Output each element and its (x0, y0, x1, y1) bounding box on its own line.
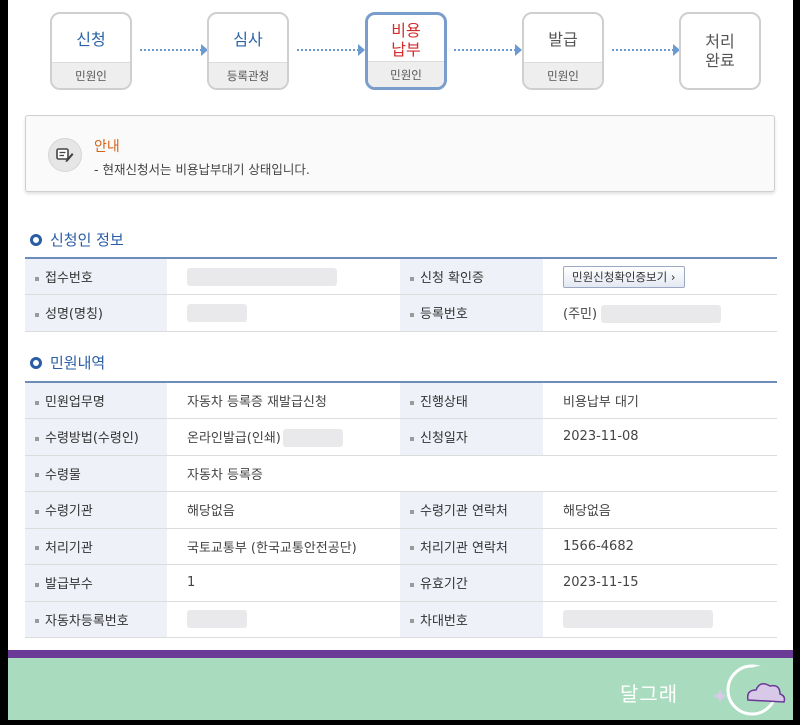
label-vin: 차대번호 (400, 601, 543, 638)
notice-description: - 현재신청서는 비용납부대기 상태입니다. (94, 162, 310, 177)
brand-watermark: 달그래 (620, 682, 679, 706)
label-progress-status: 진행상태 (400, 382, 543, 419)
notice-title: 안내 (94, 139, 120, 155)
table-row: 민원업무명 자동차 등록증 재발급신청 진행상태 비용납부 대기 (25, 382, 777, 419)
value-registration-number: (주민) (543, 294, 777, 332)
label-receiving-agency-contact: 수령기관 연락처 (400, 491, 543, 529)
step-issue: 발급 민원인 (522, 12, 604, 90)
value-processing-agency-contact: 1566-4682 (543, 528, 777, 565)
label-receipt-number: 접수번호 (25, 258, 167, 295)
step-actor: 민원인 (368, 61, 444, 87)
section-title-details: 민원내역 (30, 352, 105, 373)
moon-cloud-logo-icon (713, 664, 786, 716)
step-actor: 민원인 (524, 62, 602, 88)
step-apply: 신청 민원인 (50, 12, 132, 90)
label-receiving-agency: 수령기관 (25, 491, 167, 529)
table-row: 수령기관 해당없음 수령기관 연락처 해당없음 (25, 491, 777, 529)
value-progress-status: 비용납부 대기 (543, 382, 777, 419)
table-row: 수령물 자동차 등록증 (25, 455, 777, 492)
value-copies: 1 (167, 564, 400, 602)
notice-box: 안내 - 현재신청서는 비용납부대기 상태입니다. (25, 115, 775, 192)
step-review: 심사 등록관청 (207, 12, 289, 90)
label-processing-agency-contact: 처리기관 연락처 (400, 528, 543, 565)
table-row: 발급부수 1 유효기간 2023-11-15 (25, 564, 777, 602)
value-receive-method: 온라인발급(인쇄) (167, 418, 400, 456)
label-copies: 발급부수 (25, 564, 167, 602)
table-row: 처리기관 국토교통부 (한국교통안전공단) 처리기관 연락처 1566-4682 (25, 528, 777, 565)
label-name: 성명(명칭) (25, 294, 167, 332)
step-label: 발급 (548, 29, 578, 49)
step-label: 신청 (76, 29, 106, 49)
page: 신청 민원인 심사 등록관청 비용 납부 민원인 발급 민원인 처리 완료 안내… (8, 0, 793, 720)
section-title-text: 민원내역 (50, 354, 106, 372)
label-service-name: 민원업무명 (25, 382, 167, 419)
arrow-icon (454, 44, 522, 56)
section-title-text: 신청인 정보 (50, 231, 124, 249)
process-steps: 신청 민원인 심사 등록관청 비용 납부 민원인 발급 민원인 처리 완료 (50, 12, 770, 92)
label-receivable: 수령물 (25, 455, 167, 492)
label-valid-until: 유효기간 (400, 564, 543, 602)
value-name (167, 294, 400, 332)
table-row: 성명(명칭) 등록번호 (주민) (25, 294, 777, 332)
table-row: 수령방법(수령인) 온라인발급(인쇄) 신청일자 2023-11-08 (25, 418, 777, 456)
notice-icon (48, 138, 82, 172)
label-processing-agency: 처리기관 (25, 528, 167, 565)
table-row: 자동차등록번호 차대번호 (25, 601, 777, 638)
arrow-icon (297, 44, 365, 56)
value-application-date: 2023-11-08 (543, 418, 777, 456)
step-label: 비용 납부 (391, 21, 421, 59)
value-receivable: 자동차 등록증 (167, 455, 777, 492)
details-table: 민원업무명 자동차 등록증 재발급신청 진행상태 비용납부 대기 수령방법(수령… (25, 381, 777, 638)
applicant-table: 접수번호 신청 확인증 민원신청확인증보기 › 성명(명칭) 등록번호 (주민) (25, 257, 777, 332)
label-receive-method: 수령방법(수령인) (25, 418, 167, 456)
value-receiving-agency-contact: 해당없음 (543, 491, 777, 529)
value-receiving-agency: 해당없음 (167, 491, 400, 529)
step-actor: 등록관청 (209, 62, 287, 88)
step-label: 심사 (233, 29, 263, 49)
value-vin (543, 601, 777, 638)
step-complete: 처리 완료 (679, 12, 761, 90)
value-receipt-number (167, 258, 400, 295)
value-confirmation: 민원신청확인증보기 › (543, 258, 777, 295)
section-bullet-icon (30, 233, 42, 246)
label-application-date: 신청일자 (400, 418, 543, 456)
step-payment: 비용 납부 민원인 (365, 12, 447, 90)
arrow-icon (612, 44, 680, 56)
value-processing-agency: 국토교통부 (한국교통안전공단) (167, 528, 400, 565)
value-vehicle-number (167, 601, 400, 638)
step-label: 처리 완료 (705, 32, 735, 70)
label-registration-number: 등록번호 (400, 294, 543, 332)
arrow-icon (140, 44, 208, 56)
table-row: 접수번호 신청 확인증 민원신청확인증보기 › (25, 258, 777, 295)
label-vehicle-number: 자동차등록번호 (25, 601, 167, 638)
view-confirmation-button[interactable]: 민원신청확인증보기 › (563, 265, 685, 288)
section-title-applicant: 신청인 정보 (30, 229, 124, 250)
step-actor: 민원인 (52, 62, 130, 88)
purple-divider (8, 650, 793, 658)
label-confirmation: 신청 확인증 (400, 258, 543, 295)
value-valid-until: 2023-11-15 (543, 564, 777, 602)
value-service-name: 자동차 등록증 재발급신청 (167, 382, 400, 419)
section-bullet-icon (30, 356, 42, 369)
